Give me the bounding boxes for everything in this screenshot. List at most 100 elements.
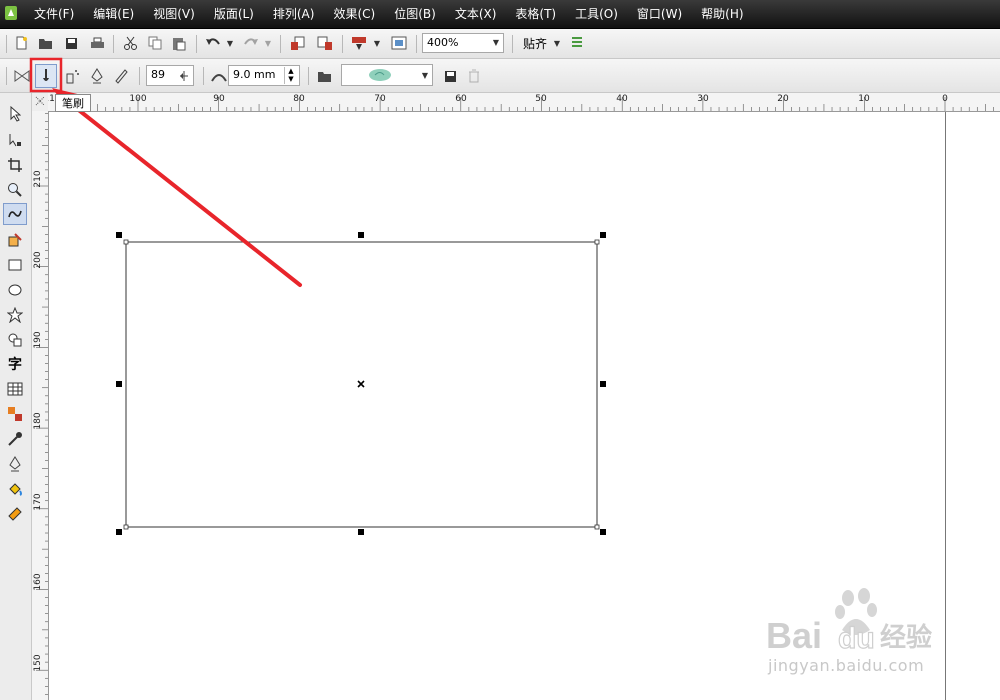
brush-stroke-preview-icon <box>369 69 391 81</box>
blend-tool[interactable] <box>3 403 27 425</box>
angle-spin-icon <box>180 71 188 81</box>
options-button[interactable] <box>568 34 586 52</box>
zoom-level-select[interactable]: 400% ▼ <box>422 33 504 53</box>
ellipse-icon <box>8 284 22 296</box>
text-tool[interactable]: 字 <box>3 353 27 375</box>
toolbar-separator <box>280 35 281 53</box>
sprayer-mode-button[interactable] <box>62 66 82 86</box>
menu-tools[interactable]: 工具(O) <box>575 0 618 28</box>
trash-icon <box>469 69 479 83</box>
calligraphic-mode-button[interactable] <box>87 66 107 86</box>
import-button[interactable] <box>288 34 308 52</box>
zoom-tool[interactable] <box>3 179 27 201</box>
crop-tool[interactable] <box>3 154 27 176</box>
toolbar-separator <box>203 67 204 85</box>
menu-arrange[interactable]: 排列(A) <box>273 0 315 28</box>
redo-dropdown-icon[interactable]: ▼ <box>263 35 273 51</box>
interactive-fill-tool[interactable] <box>3 503 27 525</box>
brush-mode-button[interactable] <box>35 64 57 88</box>
toolbar-separator <box>512 35 513 53</box>
print-button[interactable] <box>88 34 106 52</box>
blend-icon <box>8 407 22 421</box>
snap-dropdown-icon[interactable]: ▼ <box>552 35 562 51</box>
undo-dropdown-icon[interactable]: ▼ <box>225 35 235 51</box>
pick-tool[interactable] <box>3 103 27 125</box>
ruler-label: 20 <box>777 94 789 104</box>
smart-fill-tool[interactable] <box>3 229 27 251</box>
table-tool[interactable] <box>3 378 27 400</box>
polygon-tool[interactable] <box>3 304 27 326</box>
menu-layout[interactable]: 版面(L) <box>214 0 254 28</box>
copy-icon <box>148 36 162 50</box>
ruler-label: 150 <box>33 654 43 672</box>
export-button[interactable] <box>315 34 335 52</box>
stroke-width-spinner-icon[interactable]: ▲ ▼ <box>284 67 297 84</box>
calligraphic-pen-icon <box>91 68 103 84</box>
ruler-label: 0 <box>942 94 948 104</box>
menu-table[interactable]: 表格(T) <box>515 0 556 28</box>
rectangle-tool[interactable] <box>3 254 27 276</box>
application-launcher-button[interactable] <box>349 34 369 52</box>
menu-view[interactable]: 视图(V) <box>153 0 195 28</box>
preset-mode-button[interactable] <box>12 66 32 86</box>
menu-text[interactable]: 文本(X) <box>455 0 497 28</box>
folder-open-icon <box>38 38 52 49</box>
angle-field[interactable]: 89 <box>146 65 194 86</box>
export-icon <box>317 36 332 50</box>
ruler-label: 160 <box>33 573 43 591</box>
ruler-label: 180 <box>33 412 43 430</box>
open-button[interactable] <box>36 34 54 52</box>
menu-window[interactable]: 窗口(W) <box>637 0 682 28</box>
redo-button[interactable] <box>241 34 261 52</box>
menu-help[interactable]: 帮助(H) <box>701 0 743 28</box>
eyedropper-tool[interactable] <box>3 428 27 450</box>
ellipse-tool[interactable] <box>3 279 27 301</box>
menu-effects[interactable]: 效果(C) <box>333 0 375 28</box>
pressure-mode-button[interactable] <box>111 66 131 86</box>
paste-icon <box>173 37 186 50</box>
menu-items: 文件(F) 编辑(E) 视图(V) 版面(L) 排列(A) 效果(C) 位图(B… <box>34 0 763 28</box>
freehand-tool[interactable] <box>3 203 27 225</box>
angle-value: 89 <box>151 68 165 81</box>
new-document-button[interactable] <box>12 34 30 52</box>
browse-brush-button[interactable] <box>314 66 334 86</box>
menu-bitmaps[interactable]: 位图(B) <box>394 0 436 28</box>
ruler-label: 170 <box>33 493 43 511</box>
undo-button[interactable] <box>203 34 223 52</box>
welcome-screen-icon <box>391 36 407 50</box>
outline-tool[interactable] <box>3 453 27 475</box>
shape-node-icon <box>9 134 21 147</box>
ruler-corner-icon[interactable] <box>32 93 48 111</box>
welcome-screen-button[interactable] <box>389 34 409 52</box>
ruler-label: 50 <box>535 94 547 104</box>
ruler-label: 90 <box>213 94 225 104</box>
shape-tool[interactable] <box>3 129 27 151</box>
launcher-dropdown-icon[interactable]: ▼ <box>372 35 382 51</box>
eyedropper-icon <box>8 432 22 446</box>
save-button[interactable] <box>62 34 80 52</box>
horizontal-ruler[interactable]: 110 100 90 80 70 60 50 40 30 20 10 0 <box>48 93 1000 112</box>
toolbar-grip <box>6 67 7 85</box>
snap-to-button[interactable]: 贴齐 <box>519 34 551 52</box>
ruler-label: 200 <box>33 251 43 269</box>
save-stroke-button[interactable] <box>440 66 460 86</box>
delete-stroke-button[interactable] <box>464 66 484 86</box>
ruler-label: 70 <box>374 94 386 104</box>
basic-shapes-tool[interactable] <box>3 329 27 351</box>
brush-stroke-list[interactable]: ▼ <box>341 64 433 86</box>
ruler-label: 80 <box>293 94 305 104</box>
fill-tool[interactable] <box>3 478 27 500</box>
undo-icon <box>206 38 220 45</box>
cut-button[interactable] <box>121 34 139 52</box>
menu-bar: 文件(F) 编辑(E) 视图(V) 版面(L) 排列(A) 效果(C) 位图(B… <box>0 0 1000 29</box>
ruler-label: 210 <box>33 170 43 188</box>
paste-button[interactable] <box>170 34 188 52</box>
freehand-curve-icon <box>8 210 22 218</box>
vertical-ruler[interactable]: 210 200 190 180 170 160 150 <box>32 111 49 700</box>
stroke-width-field[interactable]: 9.0 mm ▲ ▼ <box>228 65 300 86</box>
copy-button[interactable] <box>146 34 164 52</box>
menu-file[interactable]: 文件(F) <box>34 0 74 28</box>
menu-edit[interactable]: 编辑(E) <box>93 0 134 28</box>
rectangle-icon <box>8 259 22 271</box>
ruler-label: 60 <box>455 94 467 104</box>
